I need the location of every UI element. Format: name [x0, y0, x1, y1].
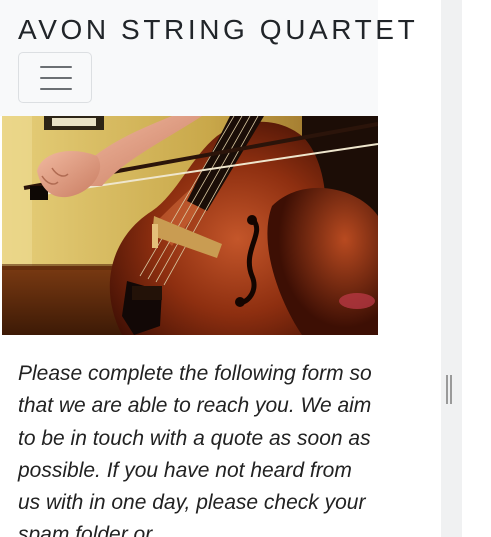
site-brand[interactable]: AVON STRING QUARTET — [18, 14, 418, 46]
navbar: AVON STRING QUARTET — [0, 0, 415, 116]
navbar-toggle-button[interactable] — [18, 52, 92, 103]
hero-image — [2, 116, 378, 335]
resize-handle[interactable] — [446, 375, 452, 404]
scrollbar-track[interactable] — [441, 0, 462, 537]
intro-text: Please complete the following form so th… — [18, 362, 372, 537]
page: AVON STRING QUARTET Please complete the … — [0, 0, 441, 537]
